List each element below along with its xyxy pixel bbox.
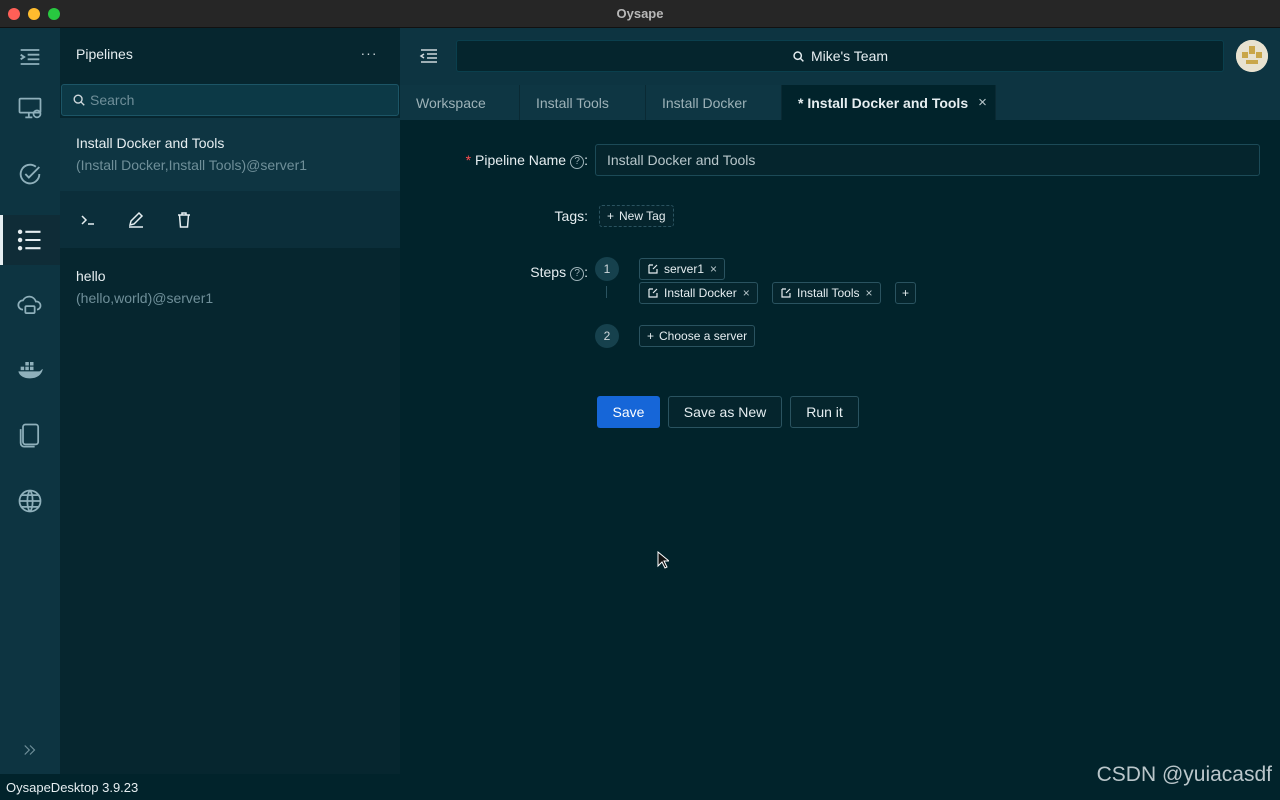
pipeline-name-input[interactable] <box>595 144 1260 176</box>
team-name: Mike's Team <box>810 48 889 64</box>
close-icon[interactable]: × <box>865 286 872 300</box>
link-icon <box>781 288 791 298</box>
activity-rail <box>0 28 60 774</box>
plus-icon: + <box>902 286 910 300</box>
step-number: 1 <box>595 257 619 281</box>
server-chip[interactable]: server1 × <box>639 258 726 280</box>
title-bar: Oysape <box>0 0 1280 28</box>
list-item[interactable]: hello (hello,world)@server1 <box>60 254 400 314</box>
link-icon <box>648 288 658 298</box>
help-icon[interactable]: ? <box>570 267 585 281</box>
app-version: OysapeDesktop 3.9.23 <box>6 780 139 795</box>
team-search-bar[interactable]: Mike's Team <box>456 40 1224 72</box>
tab-bar: Workspace Install Tools Install Docker *… <box>400 85 1280 120</box>
plus-icon: + <box>647 329 655 343</box>
pipelines-panel: Pipelines ··· Install Docker and Tools (… <box>60 28 400 774</box>
expand-rail-button[interactable] <box>0 725 60 775</box>
edit-button[interactable] <box>125 209 147 231</box>
tab-label: Workspace <box>416 94 486 111</box>
search-icon <box>73 94 85 106</box>
status-bar: OysapeDesktop 3.9.23 <box>0 774 1280 800</box>
delete-button[interactable] <box>173 209 195 231</box>
plus-icon: + <box>607 209 615 223</box>
close-icon[interactable]: × <box>743 286 750 300</box>
toggle-panel-icon[interactable] <box>418 45 440 67</box>
task-chip[interactable]: Install Tools × <box>772 282 881 304</box>
edit-icon <box>128 211 144 228</box>
step-number: 2 <box>595 324 619 348</box>
save-button[interactable]: Save <box>597 396 660 428</box>
steps-label: Steps?: <box>530 264 588 281</box>
list-item[interactable]: Install Docker and Tools (Install Docker… <box>60 118 400 191</box>
top-bar: Mike's Team <box>400 28 1280 85</box>
expand-chevrons-icon <box>24 745 36 755</box>
main-area: Mike's Team Workspace Install Tools Inst… <box>400 28 1280 774</box>
rail-item-servers[interactable] <box>0 83 60 133</box>
pipeline-desc: (Install Docker,Install Tools)@server1 <box>76 157 308 173</box>
tab-label: Install Docker <box>662 94 747 111</box>
docker-icon <box>18 362 43 379</box>
add-task-button[interactable]: + <box>895 282 917 304</box>
watermark: CSDN @yuiacasdf <box>1096 763 1272 786</box>
server-monitor-icon <box>18 97 42 119</box>
tab-install-docker[interactable]: Install Docker <box>646 85 782 120</box>
mouse-cursor-icon <box>657 551 669 569</box>
menu-collapse-button[interactable] <box>0 32 60 82</box>
tags-label: Tags: <box>554 208 588 224</box>
close-icon[interactable]: × <box>710 262 717 276</box>
cloud-storage-icon <box>17 295 42 315</box>
link-icon <box>648 264 658 274</box>
pipeline-actions <box>60 191 400 248</box>
tab-label: * Install Docker and Tools <box>798 94 969 111</box>
more-options-icon[interactable]: ··· <box>358 42 380 64</box>
close-icon[interactable]: × <box>978 94 987 111</box>
save-as-new-button[interactable]: Save as New <box>668 396 782 428</box>
window-title: Oysape <box>616 6 664 21</box>
search-input[interactable] <box>90 89 390 111</box>
task-check-icon <box>19 163 41 185</box>
notes-icon <box>19 423 40 448</box>
task-chip[interactable]: Install Docker × <box>639 282 758 304</box>
tab-install-docker-and-tools[interactable]: * Install Docker and Tools × <box>782 85 996 120</box>
terminal-icon <box>81 215 94 225</box>
trash-icon <box>178 212 190 228</box>
pipeline-list-icon <box>17 229 41 251</box>
required-mark: * <box>465 152 472 168</box>
user-avatar-icon <box>1236 40 1268 72</box>
avatar[interactable] <box>1236 40 1268 72</box>
help-icon[interactable]: ? <box>570 155 585 169</box>
rail-item-docker[interactable] <box>0 344 60 394</box>
globe-icon <box>18 489 42 513</box>
rail-item-cloud[interactable] <box>0 280 60 330</box>
rail-item-notes[interactable] <box>0 410 60 460</box>
pipeline-name: Install Docker and Tools <box>76 135 225 151</box>
pipeline-name-label: * Pipeline Name?: <box>465 152 588 169</box>
choose-server-button[interactable]: + Choose a server <box>639 325 756 347</box>
menu-collapse-icon <box>20 49 40 65</box>
tab-label: Install Tools <box>536 94 609 111</box>
rail-item-pipelines[interactable] <box>0 215 60 265</box>
search-icon <box>793 50 804 62</box>
tab-workspace[interactable]: Workspace <box>400 85 520 120</box>
run-it-button[interactable]: Run it <box>790 396 859 428</box>
run-terminal-button[interactable] <box>77 209 99 231</box>
search-box <box>61 84 399 116</box>
pipeline-name: hello <box>76 268 106 284</box>
step-connector <box>606 286 607 298</box>
rail-item-tasks[interactable] <box>0 149 60 199</box>
tab-install-tools[interactable]: Install Tools <box>520 85 646 120</box>
panel-title: Pipelines <box>76 46 133 62</box>
pipeline-desc: (hello,world)@server1 <box>76 290 214 306</box>
new-tag-button[interactable]: + New Tag <box>599 205 674 227</box>
rail-item-web[interactable] <box>0 476 60 526</box>
